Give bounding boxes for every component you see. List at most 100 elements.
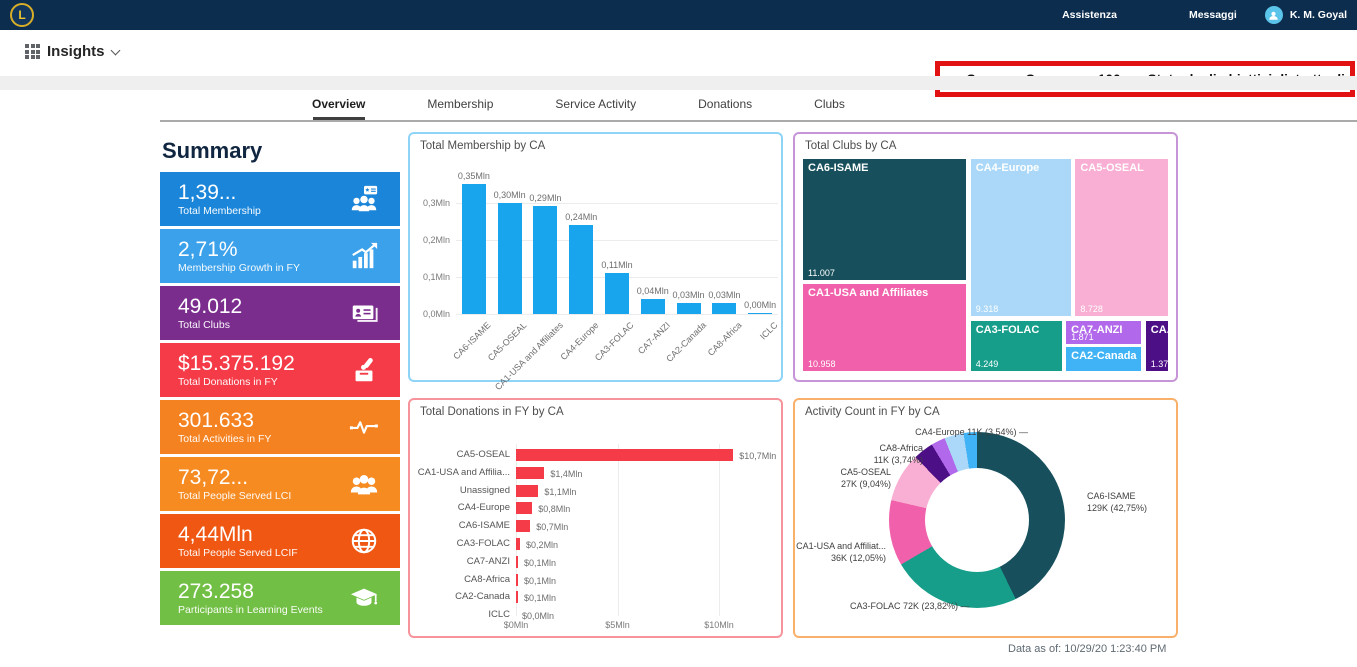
category-label: Unassigned xyxy=(414,485,510,496)
treemap-tile-CA4-Europe[interactable]: CA4-Europe9.318 xyxy=(970,158,1072,317)
bar-CA5-OSEAL[interactable] xyxy=(516,449,733,461)
clubs-by-ca-treemap[interactable]: Total Clubs by CA CA6-ISAME11.007CA1-USA… xyxy=(793,132,1178,382)
card-label: Total Clubs xyxy=(178,319,242,331)
bar-CA4-Europe[interactable] xyxy=(516,502,532,514)
y-axis-tick: 0,0Mln xyxy=(410,309,450,319)
activity-count-donut-chart[interactable]: Activity Count in FY by CA CA4-Europe 11… xyxy=(793,398,1178,638)
bar-CA3-FOLAC[interactable] xyxy=(516,538,520,550)
data-as-of-note: Data as of: 10/29/20 1:23:40 PM xyxy=(1008,643,1166,655)
bar-CA2-Canada[interactable] xyxy=(677,303,701,314)
card-label: Total People Served LCIF xyxy=(178,547,298,559)
membership-chart-plot: 0,0Mln0,1Mln0,2Mln0,3Mln0,35MlnCA6-ISAME… xyxy=(456,184,778,314)
grid-menu-icon xyxy=(25,44,40,59)
donut-label: CA4-Europe 11K (3,54%) — xyxy=(915,426,1028,438)
category-label: CA7-ANZI xyxy=(414,556,510,567)
summary-card-total-membership[interactable]: 1,39... Total Membership xyxy=(160,172,400,226)
donut-label: CA1-USA and Affiliat...36K (12,05%) xyxy=(796,540,886,564)
card-value: 273.258 xyxy=(178,580,323,603)
x-axis-tick: $10Mln xyxy=(689,620,749,630)
x-axis-category: CA8-Africa xyxy=(706,320,744,358)
bar-value-label: 0,03Mln xyxy=(699,290,749,300)
category-label: ICLC xyxy=(414,609,510,620)
growth-chart-icon xyxy=(348,240,380,272)
bar-CA3-FOLAC[interactable] xyxy=(605,273,629,314)
bar-CA1-USA and Affilia...[interactable] xyxy=(516,467,544,479)
donations-by-ca-chart[interactable]: Total Donations in FY by CA $0Mln$5Mln$1… xyxy=(408,398,783,638)
treemap-tile-CA8-Africa[interactable]: CA...1.372 xyxy=(1145,320,1169,372)
summary-card-learning-events[interactable]: 273.258 Participants in Learning Events xyxy=(160,571,400,625)
bar-value-label: $0,1Mln xyxy=(524,576,556,586)
bar-CA2-Canada[interactable] xyxy=(516,591,518,603)
gridline xyxy=(456,314,778,315)
bar-CA7-ANZI[interactable] xyxy=(641,299,665,314)
card-label: Membership Growth in FY xyxy=(178,262,300,274)
bar-value-label: 0,11Mln xyxy=(592,260,642,270)
treemap-tile-CA2-Canada[interactable]: CA2-Canada xyxy=(1065,346,1142,372)
treemap-tile-CA6-ISAME[interactable]: CA6-ISAME11.007 xyxy=(802,158,967,281)
bar-value-label: 0,00Mln xyxy=(735,300,785,310)
bar-CA1-USA and Affiliates[interactable] xyxy=(533,206,557,314)
donut-label: CA5-OSEAL27K (9,04%) xyxy=(840,466,891,490)
bar-Unassigned[interactable] xyxy=(516,485,538,497)
bar-CA6-ISAME[interactable] xyxy=(462,184,486,314)
treemap-tile-CA1-USA and Affiliates[interactable]: CA1-USA and Affiliates10.958 xyxy=(802,283,967,372)
tab-service-activity[interactable]: Service Activity xyxy=(555,97,636,111)
tabs-divider xyxy=(160,120,1357,122)
summary-card-people-served-lci[interactable]: 73,72... Total People Served LCI xyxy=(160,457,400,511)
summary-card-total-donations[interactable]: $15.375.192 Total Donations in FY xyxy=(160,343,400,397)
y-axis-tick: 0,2Mln xyxy=(410,235,450,245)
lions-logo-icon[interactable]: L xyxy=(10,3,34,27)
donut-label: CA6-ISAME129K (42,75%) xyxy=(1087,490,1147,514)
card-value: $15.375.192 xyxy=(178,352,295,375)
donut-hole xyxy=(925,468,1029,572)
id-card-icon xyxy=(348,297,380,329)
card-value: 4,44Mln xyxy=(178,523,298,546)
insights-dropdown[interactable]: Insights xyxy=(25,43,119,60)
tab-donations[interactable]: Donations xyxy=(698,97,752,111)
treemap-tile-CA5-OSEAL[interactable]: CA5-OSEAL8.728 xyxy=(1074,158,1169,317)
membership-by-ca-chart[interactable]: Total Membership by CA 0,0Mln0,1Mln0,2Ml… xyxy=(408,132,783,382)
card-value: 2,71% xyxy=(178,238,300,261)
chart-title: Total Membership by CA xyxy=(420,140,545,152)
report-tabs: Overview Membership Service Activity Don… xyxy=(312,97,845,111)
gridline xyxy=(719,444,720,616)
bar-CA8-Africa[interactable] xyxy=(712,303,736,314)
summary-card-membership-growth[interactable]: 2,71% Membership Growth in FY xyxy=(160,229,400,283)
gridline xyxy=(618,444,619,616)
treemap-tile-CA3-FOLAC[interactable]: CA3-FOLAC4.249 xyxy=(970,320,1063,372)
bar-CA4-Europe[interactable] xyxy=(569,225,593,314)
category-label: CA4-Europe xyxy=(414,502,510,513)
card-value: 73,72... xyxy=(178,466,291,489)
x-axis-tick: $0Mln xyxy=(486,620,546,630)
tile-value: 1.871 xyxy=(1071,332,1094,342)
card-value: 301.633 xyxy=(178,409,271,432)
donut-label: CA8-Africa11K (3,74%) xyxy=(874,442,923,466)
summary-card-total-clubs[interactable]: 49.012 Total Clubs xyxy=(160,286,400,340)
bar-CA5-OSEAL[interactable] xyxy=(498,203,522,314)
bar-value-label: $0,1Mln xyxy=(524,558,556,568)
tab-overview[interactable]: Overview xyxy=(312,97,365,111)
bar-value-label: 0,24Mln xyxy=(556,212,606,222)
bar-CA7-ANZI[interactable] xyxy=(516,556,518,568)
card-value: 1,39... xyxy=(178,181,261,204)
activity-pulse-icon xyxy=(348,411,380,443)
bar-value-label: $1,1Mln xyxy=(544,487,576,497)
tab-clubs[interactable]: Clubs xyxy=(814,97,845,111)
summary-card-total-activities[interactable]: 301.633 Total Activities in FY xyxy=(160,400,400,454)
bar-CA8-Africa[interactable] xyxy=(516,574,518,586)
tab-membership[interactable]: Membership xyxy=(427,97,493,111)
treemap-tile-CA7-ANZI[interactable]: CA7-ANZI1.871 xyxy=(1065,320,1142,346)
gray-strip xyxy=(0,76,1357,90)
x-axis-category: CA1-USA and Affiliates xyxy=(492,320,564,392)
globe-icon xyxy=(348,525,380,557)
user-avatar-icon[interactable] xyxy=(1265,6,1283,24)
summary-card-people-served-lcif[interactable]: 4,44Mln Total People Served LCIF xyxy=(160,514,400,568)
bar-CA6-ISAME[interactable] xyxy=(516,520,530,532)
bar-ICLC[interactable] xyxy=(748,313,772,315)
messaggi-link[interactable]: Messaggi xyxy=(1189,9,1237,21)
assistenza-link[interactable]: Assistenza xyxy=(1062,9,1117,21)
user-name[interactable]: K. M. Goyal xyxy=(1290,9,1347,21)
tile-value: 11.007 xyxy=(808,268,835,278)
bar-value-label: $0,0Mln xyxy=(522,611,554,621)
bar-value-label: $0,2Mln xyxy=(526,540,558,550)
